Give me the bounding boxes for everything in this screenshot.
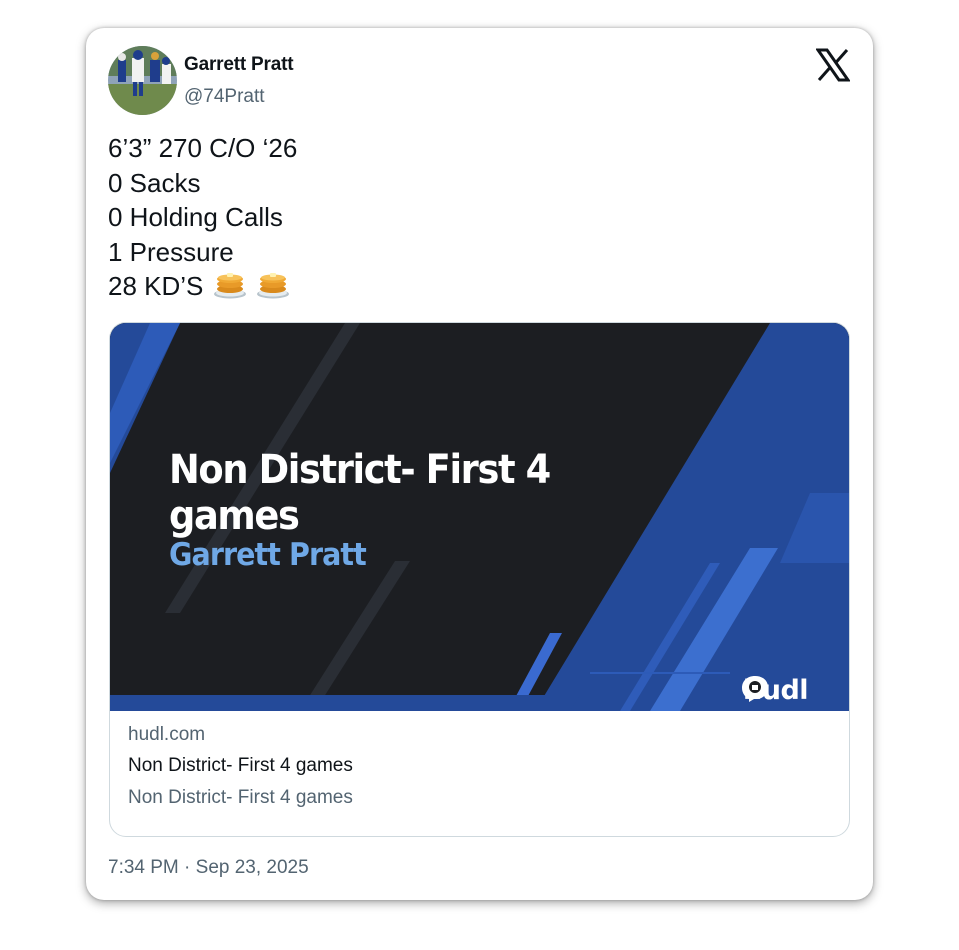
author-avatar[interactable]	[108, 46, 177, 115]
link-preview-card[interactable]: Non District- First 4 games Garrett Prat…	[109, 322, 850, 837]
hudl-logo: hudl	[740, 675, 809, 706]
tweet-line: 28 KD’S	[108, 271, 204, 301]
link-preview-image[interactable]: Non District- First 4 games Garrett Prat…	[110, 323, 849, 711]
tweet-line-with-emoji: 28 KD’S	[108, 269, 297, 308]
tweet-timestamp[interactable]: 7:34 PM · Sep 23, 2025	[108, 857, 309, 879]
tweet-line: 0 Holding Calls	[108, 202, 283, 232]
x-logo-icon[interactable]	[815, 48, 851, 82]
link-title: Non District- First 4 games	[128, 755, 353, 776]
tweet-card: Garrett Pratt @74Pratt 6’3” 270 C/O ‘26 …	[86, 28, 873, 900]
link-domain: hudl.com	[128, 724, 206, 745]
link-description: Non District- First 4 games	[128, 787, 353, 808]
tweet-line: 0 Sacks	[108, 167, 201, 198]
preview-title: Non District- First 4 games	[169, 447, 551, 539]
tweet-line: 1 Pressure	[108, 236, 234, 267]
author-handle[interactable]: @74Pratt	[184, 86, 265, 108]
preview-subtitle: Garrett Pratt	[169, 537, 367, 573]
author-name[interactable]: Garrett Pratt	[184, 54, 294, 76]
avatar-photo	[108, 46, 177, 115]
link-meta: hudl.com Non District- First 4 games Non…	[128, 724, 831, 809]
tweet-text: 6’3” 270 C/O ‘26 0 Sacks 0 Holding Calls…	[108, 131, 297, 308]
tweet-line: 6’3” 270 C/O ‘26	[108, 133, 298, 163]
pancakes-emoji	[256, 269, 290, 308]
pancakes-emoji	[213, 269, 247, 308]
